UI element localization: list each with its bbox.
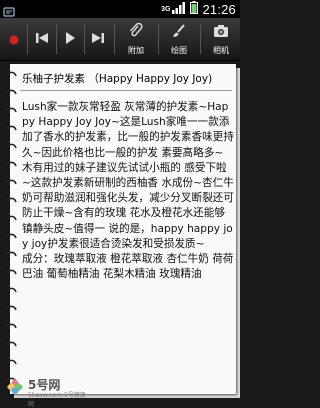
camera-label: 相机	[213, 45, 229, 55]
attach-label: 附加	[128, 45, 144, 55]
notification-icon	[3, 3, 15, 17]
toolbar-divider	[200, 24, 201, 54]
note-title[interactable]: 乐柚子护发素 （Happy Happy Joy Joy)	[22, 68, 234, 90]
note-paragraph: Lush家一款灰常轻盈 灰常薄的护发素~Happy Happy Joy Joy~…	[22, 101, 234, 159]
skip-next-icon	[91, 30, 105, 49]
toolbar-divider	[158, 24, 159, 54]
note-body[interactable]: Lush家一款灰常轻盈 灰常薄的护发素~Happy Happy Joy Joy~…	[22, 100, 234, 282]
spiral-binding	[5, 71, 17, 383]
signal-icon	[172, 1, 186, 17]
next-button[interactable]	[86, 18, 110, 60]
network-type: 3G	[161, 5, 171, 13]
attach-button[interactable]: 附加	[116, 18, 156, 60]
play-icon	[63, 30, 77, 49]
toolbar-divider	[27, 24, 28, 54]
toolbar-divider	[56, 24, 57, 54]
title-divider	[20, 90, 232, 91]
battery-icon	[190, 1, 199, 17]
brush-icon	[171, 23, 187, 43]
clock: 21:26	[202, 1, 236, 17]
note-paragraph: 成分：玫瑰萃取液 橙花萃取液 杏仁牛奶 荷荷巴油 葡萄柚精油 花梨木精油 玫瑰精…	[22, 253, 234, 281]
draw-button[interactable]: 绘图	[160, 18, 198, 60]
note-page[interactable]: 乐柚子护发素 （Happy Happy Joy Joy) Lush家一款灰常轻盈…	[5, 64, 240, 398]
play-button[interactable]	[58, 18, 82, 60]
camera-button[interactable]: 相机	[202, 18, 240, 60]
skip-previous-icon	[35, 30, 49, 49]
toolbar-divider	[84, 24, 85, 54]
watermark: 5号网 5haow.com 5号健康网	[6, 376, 86, 408]
record-dot-icon	[9, 30, 19, 49]
watermark-logo-icon	[6, 378, 24, 400]
record-button[interactable]	[2, 18, 26, 60]
toolbar-divider	[114, 24, 115, 54]
camera-icon	[213, 23, 229, 43]
note-paragraph: 木有用过的妹子建议先试试小瓶的 感受下啦~这款护发素新研制的西柚香 水成份~杏仁…	[22, 161, 234, 250]
previous-button[interactable]	[30, 18, 54, 60]
status-bar: 3G 21:26	[0, 0, 240, 18]
toolbar: 附加 绘图 相机	[0, 18, 240, 61]
paperclip-icon	[128, 22, 144, 43]
draw-label: 绘图	[171, 45, 187, 55]
watermark-sub: 5haow.com 5号健康网	[28, 392, 86, 408]
